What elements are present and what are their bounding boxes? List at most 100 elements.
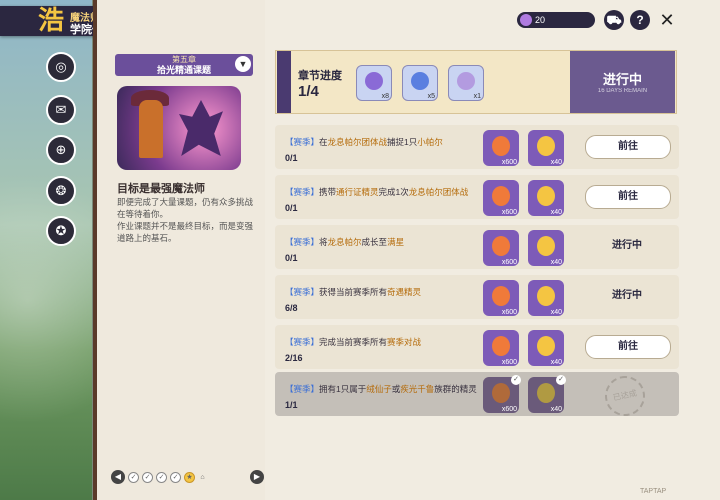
close-icon[interactable]: ✕ bbox=[657, 10, 677, 30]
task-progress: 6/8 bbox=[285, 303, 298, 313]
scenic-background bbox=[0, 0, 92, 500]
goal-description: 即便完成了大量课题，仍有众多挑战在等待着你。 作业课题并不是最终目标，而是变强道… bbox=[117, 196, 257, 244]
task-text: 【赛季】将龙息帕尔成长至满星 bbox=[285, 237, 405, 247]
goal-desc-2: 作业课题并不是最终目标，而是变强道路上的基石。 bbox=[117, 221, 254, 243]
gem-count: 20 bbox=[535, 15, 546, 25]
next-page-button[interactable]: ▶ bbox=[250, 470, 264, 484]
sidebar-item-compass[interactable]: ◎ bbox=[46, 52, 76, 82]
chapter-progress-banner: 章节进度 1/4 x8 x5 x1 进行中 16 DAYS REMAIN bbox=[275, 50, 677, 114]
check-icon: ✓ bbox=[556, 375, 566, 385]
flame-icon bbox=[492, 286, 510, 306]
bag-icon: ✉ bbox=[55, 102, 67, 117]
globe-icon: ⊕ bbox=[55, 142, 67, 157]
page-dot[interactable]: ✓ bbox=[142, 471, 153, 483]
gem-icon bbox=[520, 14, 532, 26]
flame-icon bbox=[492, 236, 510, 256]
completed-stamp: 已达成 bbox=[601, 372, 649, 420]
reward-coin[interactable]: x40 bbox=[528, 330, 564, 366]
progress-reward-3[interactable]: x1 bbox=[448, 65, 484, 101]
task-text: 【赛季】携带通行证精灵完成1次龙息帕尔团体战 bbox=[285, 187, 469, 197]
page-dot[interactable]: ✓ bbox=[156, 471, 167, 483]
coin-icon bbox=[537, 286, 555, 306]
flame-icon bbox=[492, 383, 510, 403]
page-dot-current[interactable]: ★ bbox=[184, 471, 195, 483]
task-progress: 0/1 bbox=[285, 203, 298, 213]
progress-label: 章节进度 bbox=[298, 70, 342, 82]
badge-icon: ✪ bbox=[55, 223, 67, 238]
reward-coin[interactable]: x40 bbox=[528, 130, 564, 166]
page-dot[interactable]: ✓ bbox=[128, 471, 139, 483]
check-icon: ✓ bbox=[511, 375, 521, 385]
reward-exp[interactable]: x600 bbox=[483, 330, 519, 366]
flame-icon bbox=[492, 136, 510, 156]
goto-button[interactable]: 前往 bbox=[585, 135, 671, 159]
chapter-pager: ◀ ✓ ✓ ✓ ✓ ★ ⌂ ▶ bbox=[111, 470, 264, 484]
watermark: TAPTAP bbox=[640, 488, 667, 495]
chapter-title: 拾光精通课题 bbox=[156, 65, 211, 75]
task-progress: 2/16 bbox=[285, 353, 303, 363]
logo-mark: 浩 bbox=[38, 5, 65, 35]
help-icon[interactable]: ? bbox=[630, 10, 650, 30]
reward-coin[interactable]: x40 bbox=[528, 280, 564, 316]
reward-exp[interactable]: x600 bbox=[483, 230, 519, 266]
goal-desc-1: 即便完成了大量课题，仍有众多挑战在等待着你。 bbox=[117, 197, 254, 219]
coin-icon bbox=[537, 136, 555, 156]
crystal-shape bbox=[179, 100, 223, 156]
task-row: 【赛季】获得当前赛季所有奇遇精灵 6/8 x600 x40 进行中 bbox=[275, 275, 679, 319]
chapter-number: 第五章 bbox=[172, 55, 196, 64]
progress-value: 1/4 bbox=[298, 83, 319, 100]
task-text: 【赛季】在龙息帕尔团体战捕捉1只小帕尔 bbox=[285, 137, 443, 147]
goto-button[interactable]: 前往 bbox=[585, 185, 671, 209]
task-progress: 1/1 bbox=[285, 400, 298, 410]
page-dot[interactable]: ✓ bbox=[170, 471, 181, 483]
reward-coin: x40 ✓ bbox=[528, 375, 566, 413]
reward-coin[interactable]: x40 bbox=[528, 230, 564, 266]
goto-button[interactable]: 前往 bbox=[585, 335, 671, 359]
sidebar-item-badge[interactable]: ✪ bbox=[46, 216, 76, 246]
task-row-completed: 【赛季】拥有1只属于绒仙子或疾光千鲁族群的精灵 1/1 x600 ✓ x40 ✓ 已… bbox=[275, 372, 679, 420]
sidebar-item-bag[interactable]: ✉ bbox=[46, 95, 76, 125]
character-figure bbox=[139, 100, 163, 158]
reward-count: x1 bbox=[473, 93, 481, 100]
reward-coin[interactable]: x40 bbox=[528, 180, 564, 216]
orb-icon bbox=[411, 72, 429, 90]
egg-icon bbox=[457, 72, 475, 90]
shop-cart-icon[interactable]: ⛟ bbox=[604, 10, 624, 30]
task-row: 【赛季】携带通行证精灵完成1次龙息帕尔团体战 0/1 x600 x40 前往 bbox=[275, 175, 679, 219]
reward-count: x5 bbox=[427, 93, 435, 100]
lock-icon: ⌂ bbox=[200, 473, 205, 481]
in-progress-label: 进行中 bbox=[612, 290, 642, 301]
chapter-selector[interactable]: 第五章 拾光精通课题 bbox=[115, 54, 253, 76]
prev-page-button[interactable]: ◀ bbox=[111, 470, 125, 484]
chapter-illustration bbox=[117, 86, 241, 170]
task-row: 【赛季】在龙息帕尔团体战捕捉1只小帕尔 0/1 x600 x40 前往 bbox=[275, 125, 679, 169]
chapter-panel: 第五章 拾光精通课题 ▼ 目标是最强魔法师 即便完成了大量课题，仍有众多挑战在等… bbox=[93, 0, 269, 500]
flame-icon bbox=[492, 186, 510, 206]
chevron-down-icon[interactable]: ▼ bbox=[235, 56, 251, 72]
currency-bar: 20 bbox=[517, 12, 595, 28]
in-progress-label: 进行中 bbox=[612, 240, 642, 251]
map-icon: ❂ bbox=[55, 183, 67, 198]
progress-reward-2[interactable]: x5 bbox=[402, 65, 438, 101]
sidebar-item-globe[interactable]: ⊕ bbox=[46, 135, 76, 165]
task-text: 【赛季】拥有1只属于绒仙子或疾光千鲁族群的精灵 bbox=[285, 384, 477, 394]
goal-title: 目标是最强魔法师 bbox=[117, 183, 205, 195]
task-progress: 0/1 bbox=[285, 153, 298, 163]
sidebar-item-map[interactable]: ❂ bbox=[46, 176, 76, 206]
task-text: 【赛季】完成当前赛季所有赛季对战 bbox=[285, 337, 422, 347]
coin-icon bbox=[537, 383, 555, 403]
task-row: 【赛季】完成当前赛季所有赛季对战 2/16 x600 x40 前往 bbox=[275, 325, 679, 369]
progress-reward-1[interactable]: x8 bbox=[356, 65, 392, 101]
coin-icon bbox=[537, 236, 555, 256]
reward-exp[interactable]: x600 bbox=[483, 130, 519, 166]
reward-exp[interactable]: x600 bbox=[483, 280, 519, 316]
task-row: 【赛季】将龙息帕尔成长至满星 0/1 x600 x40 进行中 bbox=[275, 225, 679, 269]
task-progress: 0/1 bbox=[285, 253, 298, 263]
coin-icon bbox=[537, 186, 555, 206]
crystal-icon bbox=[365, 72, 383, 90]
reward-exp: x600 ✓ bbox=[483, 375, 521, 413]
chapter-status-sub: 16 DAYS REMAIN bbox=[597, 88, 648, 94]
reward-exp[interactable]: x600 bbox=[483, 180, 519, 216]
task-text: 【赛季】获得当前赛季所有奇遇精灵 bbox=[285, 287, 422, 297]
chapter-status: 进行中 16 DAYS REMAIN bbox=[570, 51, 675, 113]
